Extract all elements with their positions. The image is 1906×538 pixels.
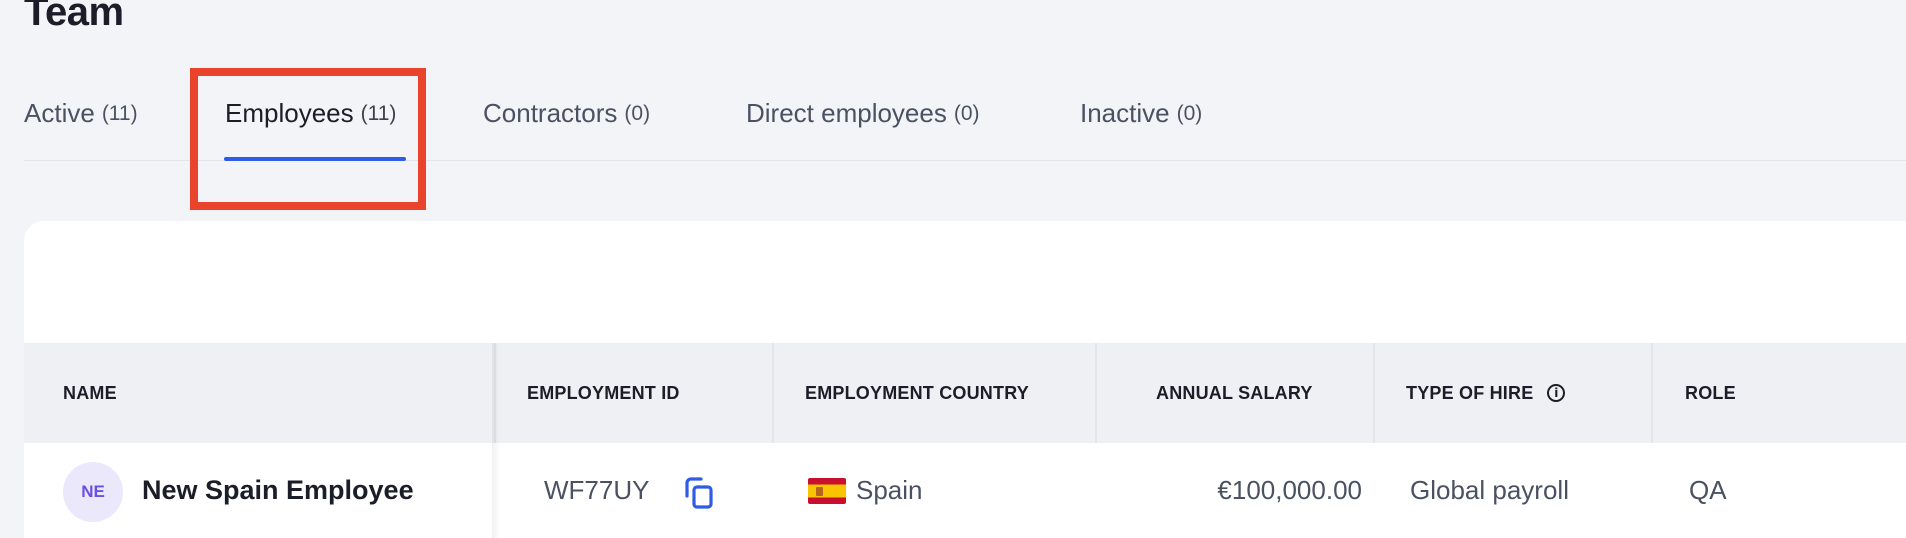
column-header-role[interactable]: ROLE [1685,343,1736,443]
column-divider [1373,343,1375,443]
sticky-column-shadow [492,343,500,538]
tab-active[interactable]: Active (11) [24,92,138,160]
tab-contractors[interactable]: Contractors (0) [483,92,650,160]
table-row[interactable]: New Spain Employee WF77UY Spain €100,000… [24,443,1906,538]
tab-direct-employees-label: Direct employees [746,98,947,128]
employment-country: Spain [856,475,923,505]
employment-country-cell: Spain [808,443,923,538]
tab-inactive-label: Inactive [1080,98,1170,128]
tab-active-count: (11) [101,102,138,125]
copy-icon[interactable] [679,474,717,512]
employment-id: WF77UY [544,475,650,505]
column-header-type-of-hire[interactable]: TYPE OF HIRE i [1406,343,1566,443]
table-header: NAME EMPLOYMENT ID EMPLOYMENT COUNTRY AN… [24,343,1906,443]
column-header-annual-salary[interactable]: ANNUAL SALARY [1156,343,1313,443]
column-header-employment-id[interactable]: EMPLOYMENT ID [527,343,680,443]
spain-flag-icon [808,477,846,504]
tab-active-label: Active [24,98,95,128]
column-header-type-of-hire-label: TYPE OF HIRE [1406,382,1534,403]
tab-inactive[interactable]: Inactive (0) [1080,92,1202,160]
highlight-annotation-box [190,68,426,210]
tab-contractors-count: (0) [624,102,651,125]
column-header-name[interactable]: NAME [63,343,117,443]
page-title: Team [24,0,124,34]
employee-name-cell: New Spain Employee [142,443,414,538]
annual-salary: €100,000.00 [1217,475,1362,505]
avatar: NE [63,462,123,522]
column-divider [1651,343,1653,443]
column-header-employment-country[interactable]: EMPLOYMENT COUNTRY [805,343,1029,443]
column-divider [1095,343,1097,443]
tab-contractors-label: Contractors [483,98,618,128]
role: QA [1689,475,1727,505]
type-of-hire: Global payroll [1410,475,1569,505]
tab-inactive-count: (0) [1176,102,1203,125]
employee-name[interactable]: New Spain Employee [142,475,414,506]
tab-direct-employees-count: (0) [953,102,980,125]
tab-direct-employees[interactable]: Direct employees (0) [746,92,980,160]
column-divider [772,343,774,443]
info-icon[interactable]: i [1547,384,1566,402]
